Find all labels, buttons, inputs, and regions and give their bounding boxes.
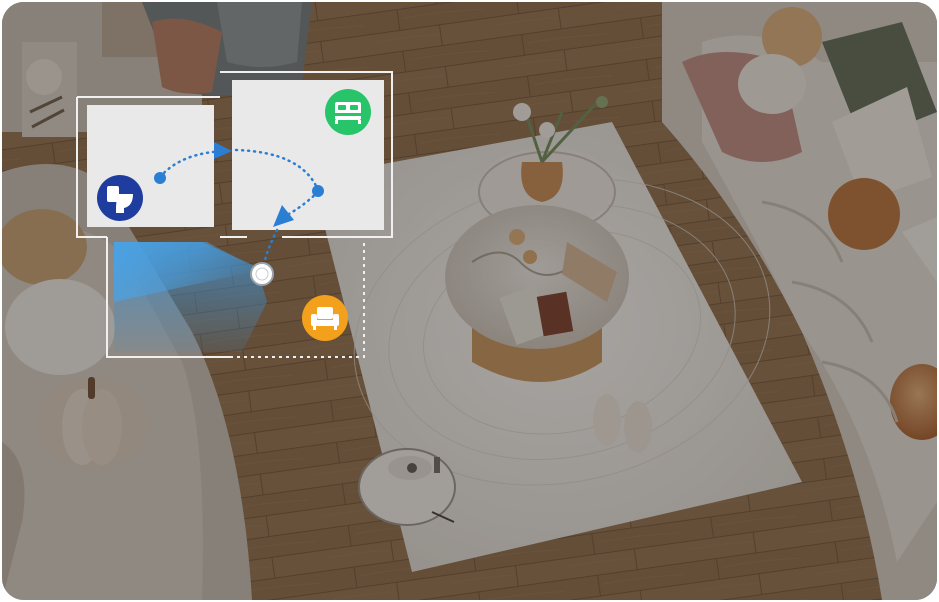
route-start-dot	[154, 172, 166, 184]
toilet-icon[interactable]	[97, 175, 143, 221]
robot-position-core	[255, 267, 269, 281]
robot-vacuum-scene	[2, 2, 937, 600]
armchair-icon[interactable]	[302, 295, 348, 341]
scene-frame	[2, 2, 937, 600]
floor-map	[76, 71, 393, 358]
bed-icon[interactable]	[325, 89, 371, 135]
